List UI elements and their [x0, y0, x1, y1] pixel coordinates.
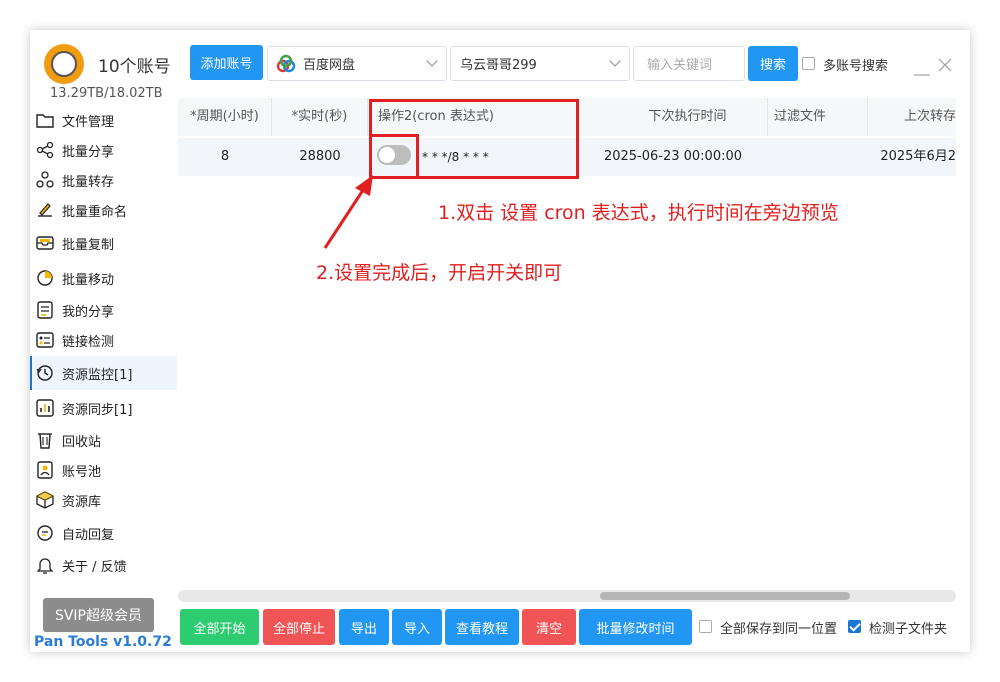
chevron-down-icon — [426, 55, 438, 67]
drive-select[interactable]: 百度网盘 — [267, 46, 447, 81]
multi-account-search-label: 多账号搜索 — [823, 59, 889, 74]
column-last-transfer[interactable]: 上次转存 — [868, 98, 956, 136]
cell-next-run: 2025-06-23 00:00:00 — [603, 149, 743, 164]
cell-period[interactable]: 8 — [178, 138, 272, 176]
account-select-value: 乌云哥哥299 — [460, 58, 537, 73]
sidebar-item-label: 批量重命名 — [62, 204, 128, 220]
app-version: Pan Tools v1.0.72 — [34, 634, 172, 650]
sidebar-item-label: 资源同步[1] — [62, 402, 133, 418]
sidebar-item-batch-move[interactable]: 批量移动 — [30, 262, 175, 294]
cell-last-transfer: 2025年6月2 — [880, 149, 956, 164]
stop-all-button[interactable]: 全部停止 — [263, 609, 335, 645]
folder-icon — [36, 111, 54, 129]
sidebar-item-label: 资源库 — [62, 494, 102, 510]
check-subfolders-label: 检测子文件夹 — [869, 622, 948, 637]
sidebar-item-label: 文件管理 — [62, 114, 115, 130]
sidebar-item-batch-share[interactable]: 批量分享 — [30, 134, 175, 166]
auto-reply-icon — [36, 524, 54, 542]
my-share-icon — [36, 301, 54, 319]
account-pool-icon — [36, 461, 54, 479]
add-account-button[interactable]: 添加账号 — [190, 45, 263, 80]
sidebar-item-batch-copy[interactable]: 批量复制 — [30, 227, 175, 259]
batch-edit-time-button[interactable]: 批量修改时间 — [579, 609, 692, 645]
search-button[interactable]: 搜索 — [748, 46, 798, 81]
sync-icon — [36, 399, 54, 417]
export-button[interactable]: 导出 — [339, 609, 389, 645]
scrollbar-thumb[interactable] — [600, 592, 850, 600]
column-realtime[interactable]: *实时(秒) — [272, 98, 368, 136]
close-icon[interactable] — [938, 57, 952, 76]
tutorial-button[interactable]: 查看教程 — [445, 609, 519, 645]
sidebar-item-batch-rename[interactable]: 批量重命名 — [30, 194, 175, 226]
account-count-title: 10个账号 — [98, 57, 171, 77]
sidebar-item-label: 回收站 — [62, 434, 102, 450]
keyword-input[interactable]: 输入关键词 — [633, 46, 745, 81]
account-select[interactable]: 乌云哥哥299 — [450, 46, 630, 81]
minimize-icon[interactable] — [914, 62, 930, 81]
annotation-step-1: 1.双击 设置 cron 表达式，执行时间在旁边预览 — [438, 202, 839, 224]
app-logo-face — [51, 51, 77, 77]
start-all-button[interactable]: 全部开始 — [180, 609, 259, 645]
column-period[interactable]: *周期(小时) — [178, 98, 272, 136]
sidebar-item-label: 我的分享 — [62, 304, 115, 320]
svip-badge[interactable]: SVIP超级会员 — [43, 598, 154, 632]
sidebar-item-about-feedback[interactable]: 关于 / 反馈 — [30, 549, 175, 581]
sidebar-item-auto-reply[interactable]: 自动回复 — [30, 517, 175, 549]
import-button[interactable]: 导入 — [392, 609, 442, 645]
rename-icon — [36, 201, 54, 219]
annotation-step-2: 2.设置完成后，开启开关即可 — [316, 262, 563, 284]
check-subfolders-checkbox[interactable] — [848, 620, 861, 633]
share-icon — [36, 141, 54, 159]
sidebar-item-label: 自动回复 — [62, 527, 115, 543]
sidebar-item-resource-library[interactable]: 资源库 — [30, 484, 175, 516]
sidebar-item-label: 批量移动 — [62, 272, 115, 288]
transfer-icon — [36, 171, 54, 189]
resource-icon — [36, 491, 54, 509]
baidu-drive-icon — [276, 54, 296, 74]
sidebar-item-batch-transfer[interactable]: 批量转存 — [30, 164, 175, 196]
drive-select-value: 百度网盘 — [303, 58, 356, 73]
sidebar-item-link-check[interactable]: 链接检测 — [30, 324, 175, 356]
sidebar-item-my-share[interactable]: 我的分享 — [30, 294, 175, 326]
sidebar-item-resource-monitor[interactable]: 资源监控[1] — [30, 356, 177, 390]
sidebar-item-file-manage[interactable]: 文件管理 — [30, 104, 175, 136]
sidebar-item-label: 批量复制 — [62, 237, 115, 253]
link-check-icon — [36, 331, 54, 349]
bell-icon — [36, 556, 54, 574]
sidebar-item-label: 批量分享 — [62, 144, 115, 160]
sidebar-item-recycle-bin[interactable]: 回收站 — [30, 424, 175, 456]
sidebar-item-label: 关于 / 反馈 — [62, 559, 127, 575]
sidebar-item-label: 批量转存 — [62, 174, 115, 190]
monitor-icon — [36, 364, 54, 382]
app-window: 10个账号 13.29TB/18.02TB 添加账号 百度网盘 乌云哥哥299 … — [30, 30, 970, 652]
cell-filter[interactable] — [768, 138, 868, 176]
storage-usage: 13.29TB/18.02TB — [50, 86, 163, 101]
column-filter[interactable]: 过滤文件 — [768, 98, 868, 136]
column-next-run[interactable]: 下次执行时间 — [608, 98, 768, 136]
move-icon — [36, 269, 54, 287]
sidebar-item-label: 链接检测 — [62, 334, 115, 350]
sidebar-item-resource-sync[interactable]: 资源同步[1] — [30, 392, 175, 424]
trash-icon — [36, 431, 54, 449]
sidebar: 文件管理 批量分享 批量转存 批量重命名 批量复制 批量移动 我的分享 链接检测… — [30, 104, 177, 584]
sidebar-item-label: 资源监控[1] — [62, 367, 133, 383]
save-same-location-checkbox[interactable] — [699, 620, 712, 633]
save-same-location-label: 全部保存到同一位置 — [720, 622, 838, 637]
sidebar-item-label: 账号池 — [62, 464, 102, 480]
copy-icon — [36, 234, 54, 252]
multi-account-search-checkbox[interactable] — [802, 57, 815, 70]
clear-button[interactable]: 清空 — [522, 609, 576, 645]
chevron-down-icon — [609, 55, 621, 67]
sidebar-item-account-pool[interactable]: 账号池 — [30, 454, 175, 486]
annotation-arrow-icon — [323, 175, 373, 249]
